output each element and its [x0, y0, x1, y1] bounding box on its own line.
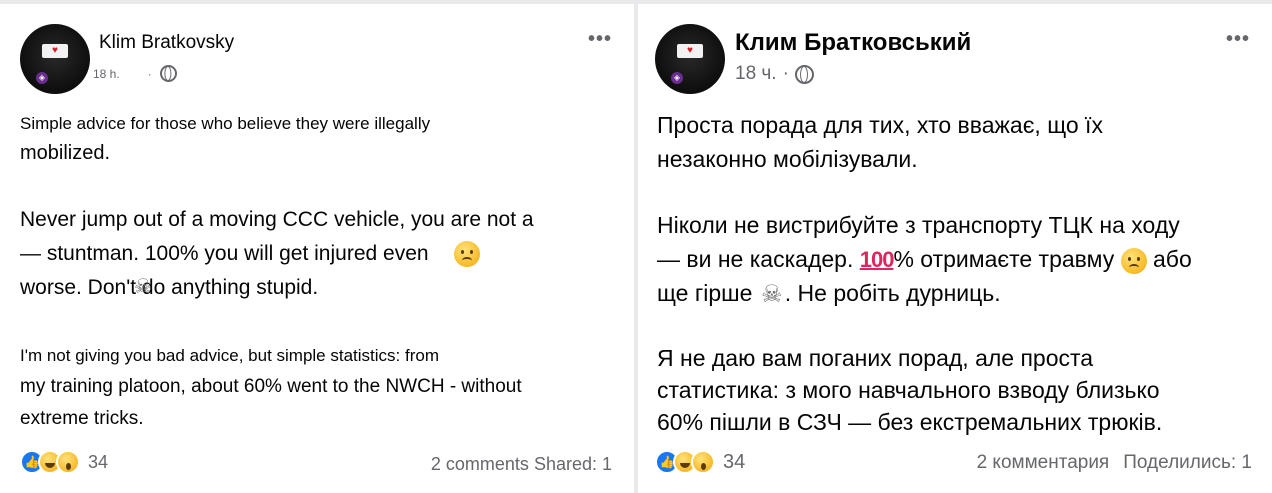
post-line: extreme tricks. [20, 408, 144, 429]
shares-link[interactable]: Поделились: 1 [1123, 452, 1252, 473]
meta-separator: · [147, 66, 152, 81]
wow-reaction-icon [56, 450, 80, 474]
globe-icon [159, 65, 177, 82]
reaction-count: 34 [723, 450, 746, 473]
heart-icon: ♥ [677, 44, 703, 58]
author-avatar[interactable]: ♥ ◈ [655, 24, 725, 94]
post-time[interactable]: 18 h. [93, 67, 120, 81]
post-line: my training platoon, about 60% went to t… [20, 376, 522, 397]
post-line: статистика: з мого навчального взводу бл… [657, 377, 1160, 403]
post-stats: 2 comments Shared: 1 [431, 454, 612, 475]
author-name[interactable]: Клим Братковський [735, 29, 971, 57]
badge-icon: ◈ [671, 72, 683, 84]
post-stats: 2 комментария Поделились: 1 [977, 452, 1252, 474]
post-time[interactable]: 18 ч. [735, 63, 777, 85]
post-card-original: ♥ ◈ Клим Братковський 18 ч. · ••• Проста… [638, 4, 1272, 493]
post-spacer [20, 168, 534, 204]
comments-link[interactable]: 2 comments [431, 454, 529, 474]
comments-link[interactable]: 2 комментария [977, 452, 1110, 473]
reaction-count: 34 [88, 451, 109, 472]
more-options-icon[interactable]: ••• [1226, 28, 1250, 51]
post-line: worse. Don't do anything stupid. [20, 276, 319, 299]
post-body: Simple advice for those who believe they… [20, 110, 534, 434]
post-line: Never jump out of a moving CCC vehicle, … [20, 208, 534, 231]
badge-icon: ◈ [36, 72, 48, 84]
post-line-with-emoji: — ви не каскадер. 100% отримаєте травму … [657, 242, 1192, 276]
author-name[interactable]: Klim Bratkovsky [99, 32, 234, 54]
post-meta: 18 ч. · [735, 63, 814, 85]
worried-face-icon [454, 241, 481, 268]
post-line-text: — ви не каскадер. [657, 246, 860, 272]
post-line-text: . Не робіть дурниць. [784, 280, 1001, 306]
skull-crossbones-icon: ☠ [134, 276, 152, 298]
meta-separator: · [782, 63, 789, 84]
author-avatar[interactable]: ♥ ◈ [20, 24, 90, 94]
post-spacer [657, 310, 1192, 342]
post-line-with-emoji: — stuntman. 100% you will get injured ev… [20, 236, 534, 272]
post-line: Проста порада для тих, хто вважає, що їх [657, 112, 1103, 138]
post-line: mobilized. [20, 142, 111, 164]
hundred-points-icon: 100 [859, 247, 895, 272]
globe-icon [794, 64, 814, 84]
shares-link[interactable]: Shared: 1 [534, 454, 612, 474]
skull-crossbones-icon: ☠ [761, 280, 783, 308]
post-spacer [657, 176, 1192, 208]
post-line-with-emoji: ще гірше ☠. Не робіть дурниць. [657, 276, 1192, 310]
post-line: Ніколи не вистрибуйте з транспорту ТЦК н… [657, 212, 1180, 238]
post-meta: 18 h. · [93, 65, 177, 82]
post-line-text: ще гірше [657, 280, 759, 306]
worried-face-icon [1120, 247, 1147, 274]
post-card-english: ♥ ◈ Klim Bratkovsky 18 h. · ••• Simple a… [0, 4, 634, 493]
post-line: 60% пішли в СЗЧ — без екстремальних трюк… [657, 409, 1163, 435]
post-line: незаконно мобілізували. [657, 146, 918, 172]
post-line-text: % отримаєте травму [893, 246, 1121, 272]
heart-icon: ♥ [42, 44, 68, 58]
post-line-text: — stuntman. 100% you will get injured ev… [20, 242, 429, 265]
post-line: Я не даю вам поганих порад, але проста [657, 345, 1094, 371]
post-line: I'm not giving you bad advice, but simpl… [20, 346, 439, 365]
more-options-icon[interactable]: ••• [588, 28, 612, 51]
post-line: Simple advice for those who believe they… [20, 114, 431, 133]
post-spacer [20, 304, 534, 342]
wow-reaction-icon [691, 450, 715, 474]
post-body: Проста порада для тих, хто вважає, що їх… [657, 108, 1192, 438]
post-line-text: або [1146, 246, 1192, 272]
reaction-summary[interactable]: 👍 34 [655, 450, 745, 474]
reaction-summary[interactable]: 👍 34 [20, 450, 108, 474]
